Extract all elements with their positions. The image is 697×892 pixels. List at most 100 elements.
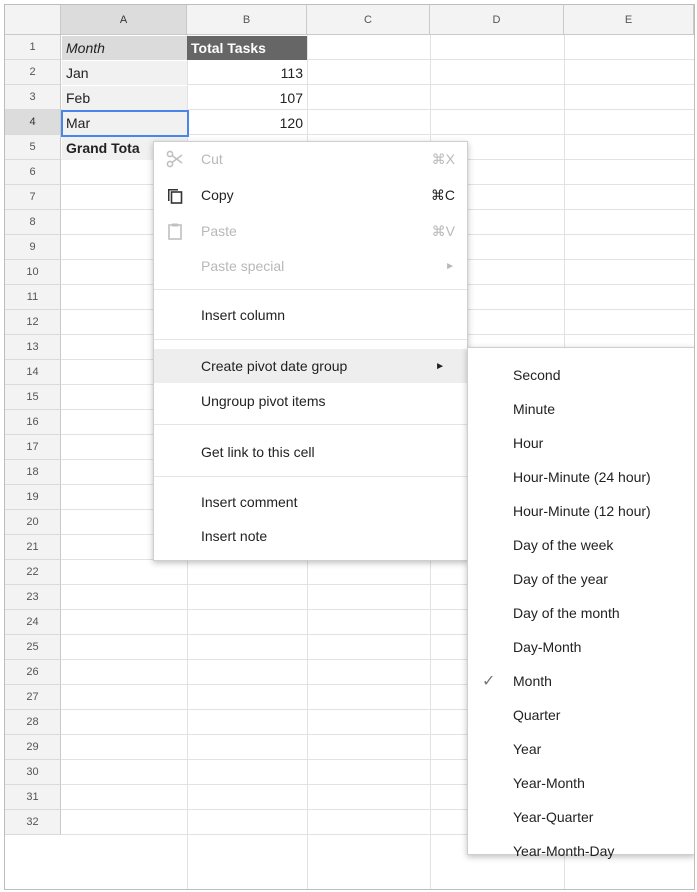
cell-b3[interactable]: 107	[187, 86, 307, 110]
row-header-17[interactable]: 17	[5, 435, 61, 460]
menu-item-copy[interactable]: Copy ⌘C	[154, 178, 467, 212]
menu-separator	[154, 424, 467, 425]
column-header-d[interactable]: D	[430, 5, 564, 35]
submenu-item-label: Day-Month	[513, 639, 582, 655]
row-header-11[interactable]: 11	[5, 285, 61, 310]
submenu-item-label: Year-Month-Day	[513, 843, 615, 859]
row-header-27[interactable]: 27	[5, 685, 61, 710]
row-header-28[interactable]: 28	[5, 710, 61, 735]
row-header-30[interactable]: 30	[5, 760, 61, 785]
select-all-corner[interactable]	[5, 5, 61, 35]
row-header-15[interactable]: 15	[5, 385, 61, 410]
submenu-item-label: Second	[513, 367, 561, 383]
submenu-item-label: Day of the month	[513, 605, 620, 621]
submenu-item-label: Quarter	[513, 707, 561, 723]
cell-a3[interactable]: Feb	[62, 86, 187, 110]
column-header-a[interactable]: A	[61, 5, 187, 35]
submenu-item-day-month[interactable]: Day-Month	[468, 630, 694, 664]
submenu-item-year-month[interactable]: Year-Month	[468, 766, 694, 800]
menu-separator	[154, 339, 467, 340]
menu-item-create-pivot-date-group[interactable]: Create pivot date group ►	[154, 349, 467, 383]
row-header-20[interactable]: 20	[5, 510, 61, 535]
menu-item-get-link[interactable]: Get link to this cell	[154, 435, 467, 469]
row-header-6[interactable]: 6	[5, 160, 61, 185]
row-header-24[interactable]: 24	[5, 610, 61, 635]
submenu-item-quarter[interactable]: Quarter	[468, 698, 694, 732]
submenu-item-label: Day of the week	[513, 537, 614, 553]
row-header-31[interactable]: 31	[5, 785, 61, 810]
active-cell-selection	[61, 110, 189, 137]
menu-item-create-pivot-label: Create pivot date group	[201, 358, 348, 374]
menu-item-paste-special-label: Paste special	[201, 258, 285, 274]
column-header-e[interactable]: E	[564, 5, 694, 35]
row-header-12[interactable]: 12	[5, 310, 61, 335]
menu-item-cut-label: Cut	[201, 151, 223, 167]
chevron-right-icon: ►	[435, 360, 445, 372]
cell-b1[interactable]: Total Tasks	[187, 36, 307, 60]
menu-item-insert-comment[interactable]: Insert comment	[154, 485, 467, 519]
row-header-23[interactable]: 23	[5, 585, 61, 610]
menu-item-insert-comment-label: Insert comment	[201, 494, 298, 510]
row-header-18[interactable]: 18	[5, 460, 61, 485]
submenu-item-day-of-the-week[interactable]: Day of the week	[468, 528, 694, 562]
clipboard-icon	[164, 220, 186, 242]
row-header-19[interactable]: 19	[5, 485, 61, 510]
submenu-item-hour[interactable]: Hour	[468, 426, 694, 460]
copy-shortcut: ⌘C	[430, 186, 455, 203]
submenu-item-year-month-day[interactable]: Year-Month-Day	[468, 834, 694, 868]
submenu-item-second[interactable]: Second	[468, 358, 694, 392]
context-menu: Cut ⌘X Copy ⌘C Paste ⌘V Paste special ► …	[153, 141, 468, 561]
menu-separator	[154, 476, 467, 477]
row-header-32[interactable]: 32	[5, 810, 61, 835]
submenu-item-day-of-the-year[interactable]: Day of the year	[468, 562, 694, 596]
row-header-26[interactable]: 26	[5, 660, 61, 685]
submenu-item-year-quarter[interactable]: Year-Quarter	[468, 800, 694, 834]
cell-a1[interactable]: Month	[62, 36, 187, 60]
cell-a2[interactable]: Jan	[62, 61, 187, 85]
menu-item-paste-label: Paste	[201, 223, 237, 239]
chevron-right-icon: ►	[445, 260, 455, 272]
submenu-item-hour-minute-12-hour[interactable]: Hour-Minute (12 hour)	[468, 494, 694, 528]
menu-item-insert-column[interactable]: Insert column	[154, 298, 467, 332]
row-header-8[interactable]: 8	[5, 210, 61, 235]
row-header-13[interactable]: 13	[5, 335, 61, 360]
row-header-3[interactable]: 3	[5, 85, 61, 110]
column-header-b[interactable]: B	[187, 5, 307, 35]
submenu-item-minute[interactable]: Minute	[468, 392, 694, 426]
menu-separator	[154, 289, 467, 290]
row-header-25[interactable]: 25	[5, 635, 61, 660]
row-header-9[interactable]: 9	[5, 235, 61, 260]
submenu-item-label: Hour-Minute (12 hour)	[513, 503, 651, 519]
row-header-14[interactable]: 14	[5, 360, 61, 385]
submenu-item-year[interactable]: Year	[468, 732, 694, 766]
row-header-2[interactable]: 2	[5, 60, 61, 85]
row-header-5[interactable]: 5	[5, 135, 61, 160]
menu-item-copy-label: Copy	[201, 187, 234, 203]
column-header-c[interactable]: C	[307, 5, 430, 35]
row-header-22[interactable]: 22	[5, 560, 61, 585]
row-header-10[interactable]: 10	[5, 260, 61, 285]
submenu-item-label: Year	[513, 741, 542, 757]
cut-shortcut: ⌘X	[431, 150, 455, 167]
row-header-7[interactable]: 7	[5, 185, 61, 210]
submenu-item-day-of-the-month[interactable]: Day of the month	[468, 596, 694, 630]
submenu-item-label: Hour-Minute (24 hour)	[513, 469, 651, 485]
menu-item-paste-special[interactable]: Paste special ►	[154, 249, 467, 283]
row-header-29[interactable]: 29	[5, 735, 61, 760]
submenu-item-label: Day of the year	[513, 571, 608, 587]
menu-item-cut[interactable]: Cut ⌘X	[154, 142, 467, 176]
submenu-item-month[interactable]: ✓ Month	[468, 664, 694, 698]
checkmark-icon: ✓	[482, 673, 496, 690]
menu-item-paste[interactable]: Paste ⌘V	[154, 214, 467, 248]
copy-icon	[164, 184, 186, 206]
menu-item-ungroup-pivot-items[interactable]: Ungroup pivot items	[154, 384, 467, 418]
menu-item-insert-note[interactable]: Insert note	[154, 519, 467, 553]
cell-b2[interactable]: 113	[187, 61, 307, 85]
menu-item-ungroup-label: Ungroup pivot items	[201, 393, 326, 409]
row-header-1[interactable]: 1	[5, 35, 61, 60]
submenu-item-hour-minute-24-hour[interactable]: Hour-Minute (24 hour)	[468, 460, 694, 494]
row-header-4[interactable]: 4	[5, 110, 61, 135]
cell-b4[interactable]: 120	[187, 111, 307, 135]
row-header-21[interactable]: 21	[5, 535, 61, 560]
row-header-16[interactable]: 16	[5, 410, 61, 435]
